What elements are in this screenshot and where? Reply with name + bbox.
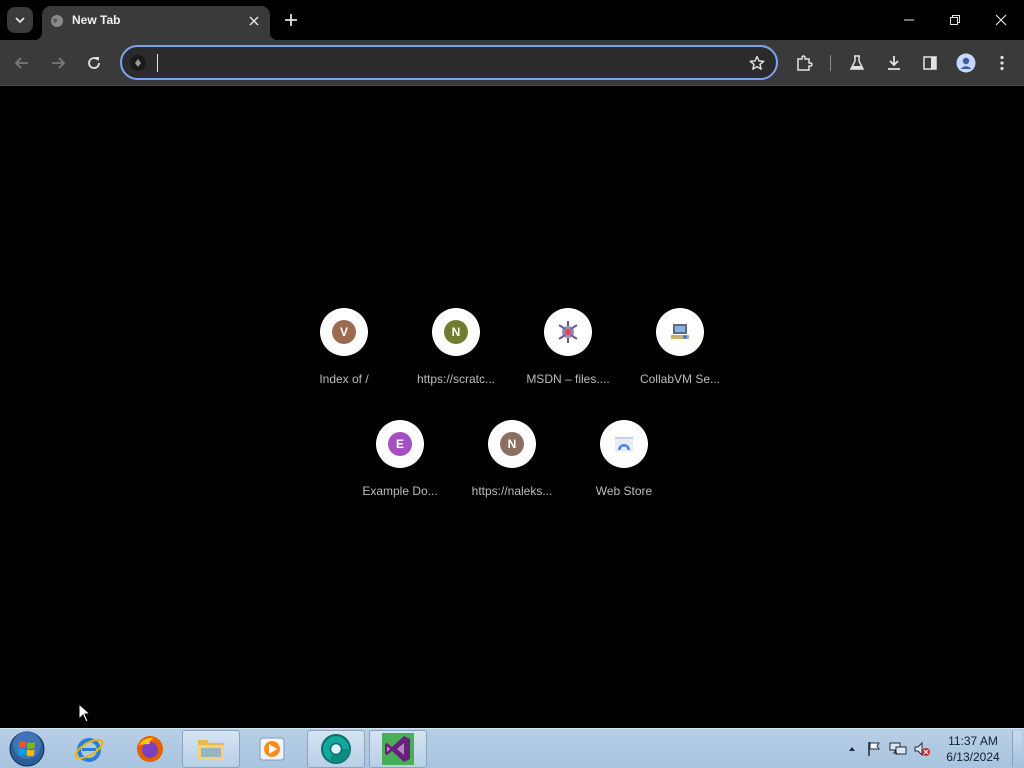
shortcut-icon-circle	[600, 420, 648, 468]
shortcut-tile[interactable]: N https://scratc...	[400, 308, 512, 420]
forward-button[interactable]	[45, 50, 71, 76]
shortcut-label: https://naleks...	[471, 484, 553, 498]
network-icon	[889, 742, 907, 755]
minimize-icon	[904, 19, 914, 21]
close-icon	[249, 16, 259, 26]
browser-toolbar	[0, 40, 1024, 86]
taskbar-visual-studio[interactable]	[369, 730, 427, 768]
shortcut-label: Example Do...	[362, 484, 438, 498]
taskbar: 11:37 AM 6/13/2024	[0, 728, 1024, 768]
address-bar[interactable]	[120, 45, 778, 80]
labs-button[interactable]	[844, 50, 870, 76]
letter-icon: E	[388, 432, 412, 456]
media-player-icon	[259, 737, 285, 761]
show-hidden-icons-button[interactable]	[843, 740, 861, 758]
flag-icon	[868, 742, 880, 756]
shortcut-icon-circle: V	[320, 308, 368, 356]
mouse-pointer-icon	[78, 703, 92, 723]
tab-new-tab[interactable]: New Tab	[34, 6, 278, 40]
shortcut-tile[interactable]: V Index of /	[288, 308, 400, 420]
shortcut-label: https://scratc...	[416, 372, 496, 386]
letter-icon: N	[500, 432, 524, 456]
reload-button[interactable]	[81, 50, 107, 76]
taskbar-internet-explorer[interactable]	[60, 730, 118, 768]
star-icon	[749, 55, 765, 70]
web-store-icon	[615, 437, 633, 452]
shortcut-label: Index of /	[319, 372, 369, 386]
tab-search-button[interactable]	[7, 7, 33, 33]
shortcut-icon-circle: E	[376, 420, 424, 468]
text-caret	[157, 54, 158, 72]
downloads-button[interactable]	[881, 50, 907, 76]
collabvm-icon	[671, 324, 689, 339]
shortcut-tile[interactable]: N https://naleks...	[456, 420, 568, 532]
start-button[interactable]	[6, 730, 48, 768]
chrome-page-icon	[135, 59, 141, 67]
reload-icon	[88, 57, 100, 69]
shortcut-icon-circle	[544, 308, 592, 356]
minimize-button[interactable]	[895, 6, 923, 34]
shortcut-label: CollabVM Se...	[639, 372, 721, 386]
shortcut-tile[interactable]: Web Store	[568, 420, 680, 532]
address-input[interactable]	[156, 52, 736, 74]
taskbar-clock[interactable]: 11:37 AM 6/13/2024	[940, 733, 1006, 765]
shortcut-tile[interactable]: MSDN – files....	[512, 308, 624, 420]
visual-studio-icon	[382, 733, 414, 765]
arrow-right-icon	[52, 57, 66, 69]
shortcut-tile[interactable]: CollabVM Se...	[624, 308, 736, 420]
shortcut-icon-circle: N	[432, 308, 480, 356]
msdn-icon	[558, 321, 578, 343]
avatar-icon	[956, 53, 976, 73]
internet-explorer-icon	[74, 738, 104, 762]
side-panel-icon	[923, 56, 937, 70]
new-tab-button[interactable]	[280, 9, 302, 31]
firefox-icon	[137, 736, 163, 762]
arrow-left-icon	[14, 57, 28, 69]
network-tray[interactable]	[889, 740, 907, 758]
puzzle-icon	[797, 55, 813, 71]
site-info-icon[interactable]	[130, 55, 146, 71]
chrome-menu-button[interactable]	[989, 50, 1015, 76]
close-window-button[interactable]	[987, 6, 1015, 34]
flask-icon	[849, 55, 865, 70]
side-panel-button[interactable]	[917, 50, 943, 76]
taskbar-firefox[interactable]	[121, 730, 179, 768]
shortcut-label: MSDN – files....	[526, 372, 610, 386]
more-vertical-icon	[1000, 55, 1004, 71]
tab-strip: New Tab	[0, 0, 1024, 40]
chrome-canary-icon	[321, 734, 351, 764]
extensions-button[interactable]	[791, 50, 817, 76]
taskbar-chrome-canary[interactable]	[307, 730, 365, 768]
toolbar-separator	[830, 55, 831, 71]
chevron-down-icon	[15, 17, 25, 24]
taskbar-file-explorer[interactable]	[182, 730, 240, 768]
clock-date: 6/13/2024	[946, 750, 1000, 764]
chevron-up-icon	[849, 747, 855, 751]
globe-icon	[51, 15, 63, 27]
profile-button[interactable]	[953, 50, 979, 76]
back-button[interactable]	[9, 50, 35, 76]
bookmark-star-button[interactable]	[748, 54, 766, 72]
download-icon	[888, 56, 900, 70]
action-center-tray[interactable]	[865, 740, 883, 758]
shortcut-tile[interactable]: E Example Do...	[344, 420, 456, 532]
windows-orb-icon	[9, 731, 45, 767]
letter-icon: V	[332, 320, 356, 344]
volume-tray[interactable]	[913, 740, 931, 758]
shortcut-icon-circle: N	[488, 420, 536, 468]
plus-icon	[285, 14, 297, 26]
letter-icon: N	[444, 320, 468, 344]
file-explorer-icon	[198, 740, 224, 760]
tab-title: New Tab	[72, 13, 121, 27]
shortcut-label: Web Store	[595, 484, 653, 498]
taskbar-media-player[interactable]	[243, 730, 301, 768]
shortcut-icon-circle	[656, 308, 704, 356]
show-desktop-button[interactable]	[1012, 731, 1022, 767]
restore-icon	[950, 15, 960, 25]
volume-muted-icon	[914, 741, 930, 757]
restore-button[interactable]	[941, 6, 969, 34]
clock-time: 11:37 AM	[948, 734, 998, 748]
tab-close-button[interactable]	[246, 13, 262, 29]
close-icon	[995, 14, 1007, 26]
